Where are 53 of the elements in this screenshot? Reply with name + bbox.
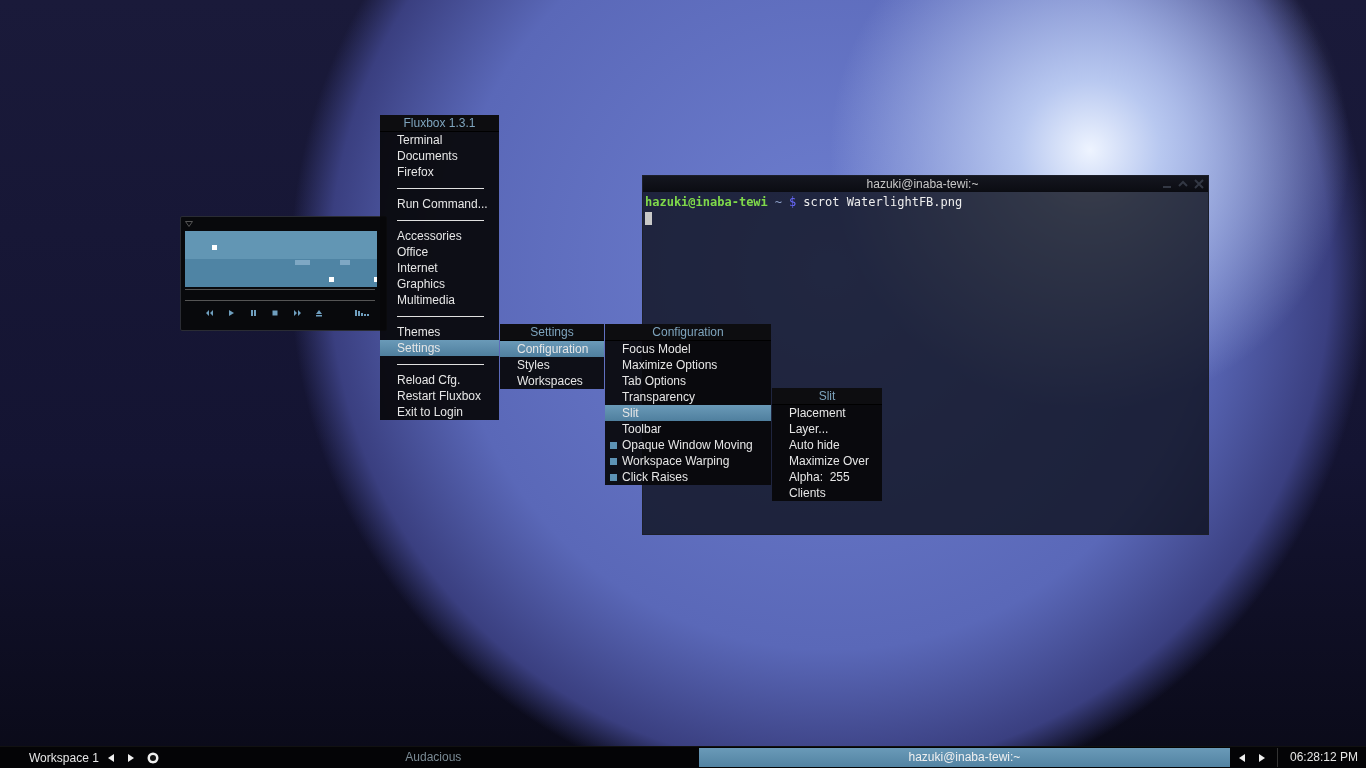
menu-item[interactable]: Multimedia — [380, 292, 499, 308]
menu-item[interactable]: Restart Fluxbox — [380, 388, 499, 404]
menu-item[interactable]: Layer... — [772, 421, 882, 437]
menu-item[interactable]: Workspace Warping — [605, 453, 771, 469]
menu-item[interactable]: Reload Cfg. — [380, 372, 499, 388]
menu-title: Settings — [500, 324, 604, 341]
prompt-directory: ~ — [774, 195, 783, 210]
seek-bar[interactable] — [185, 289, 375, 301]
text-cursor — [645, 212, 652, 225]
previous-icon[interactable] — [205, 309, 214, 317]
next-icon[interactable] — [293, 309, 302, 317]
menu-item[interactable]: Internet — [380, 260, 499, 276]
menu-item[interactable]: Maximize Over — [772, 453, 882, 469]
menu-item[interactable]: Clients — [772, 485, 882, 501]
menu-item[interactable]: Terminal — [380, 132, 499, 148]
menu-item[interactable]: Graphics — [380, 276, 499, 292]
eject-icon[interactable] — [315, 309, 324, 317]
menu-item[interactable]: Placement — [772, 405, 882, 421]
menu-item[interactable]: Toolbar — [605, 421, 771, 437]
menu-item[interactable]: Focus Model — [605, 341, 771, 357]
clock: 06:28:12 PM — [1276, 748, 1366, 767]
tray-icon[interactable] — [146, 751, 159, 764]
workspace-name: Workspace 1 — [29, 750, 99, 765]
menu-item[interactable]: Office — [380, 244, 499, 260]
menu-item[interactable]: Workspaces — [500, 373, 604, 389]
stop-icon[interactable] — [271, 309, 280, 317]
pause-icon[interactable] — [249, 309, 258, 317]
command-text: scrot WaterlightFB.png — [803, 195, 963, 210]
menu-item[interactable]: Click Raises — [605, 469, 771, 485]
menu-item[interactable]: Accessories — [380, 228, 499, 244]
menu-item[interactable]: Auto hide — [772, 437, 882, 453]
menu-item[interactable]: Run Command... — [380, 196, 499, 212]
menu-item[interactable]: Transparency — [605, 389, 771, 405]
menu-item[interactable]: Firefox — [380, 164, 499, 180]
window-title: hazuki@inaba-tewi:~ — [865, 177, 980, 191]
taskbar-button[interactable]: Audacious — [167, 748, 699, 767]
menu-item[interactable]: Opaque Window Moving — [605, 437, 771, 453]
menu-arrow-icon[interactable] — [185, 221, 193, 227]
menu-title: Fluxbox 1.3.1 — [380, 115, 499, 132]
prompt-symbol: $ — [789, 195, 797, 210]
menu-item[interactable]: Styles — [500, 357, 604, 373]
prompt-user: hazuki@inaba-tewi — [645, 195, 768, 210]
menu-item[interactable]: Documents — [380, 148, 499, 164]
menu-title: Slit — [772, 388, 882, 405]
menu-title: Configuration — [605, 324, 771, 341]
menu-item[interactable]: Exit to Login — [380, 404, 499, 420]
menu-item[interactable]: Tab Options — [605, 373, 771, 389]
next-workspace-icon[interactable] — [125, 752, 136, 763]
menu-item[interactable]: Alpha: 255 — [772, 469, 882, 485]
menu-item[interactable]: Maximize Options — [605, 357, 771, 373]
menu-item[interactable]: Themes — [380, 324, 499, 340]
next-window-icon[interactable] — [1256, 752, 1267, 763]
play-icon[interactable] — [227, 309, 236, 317]
